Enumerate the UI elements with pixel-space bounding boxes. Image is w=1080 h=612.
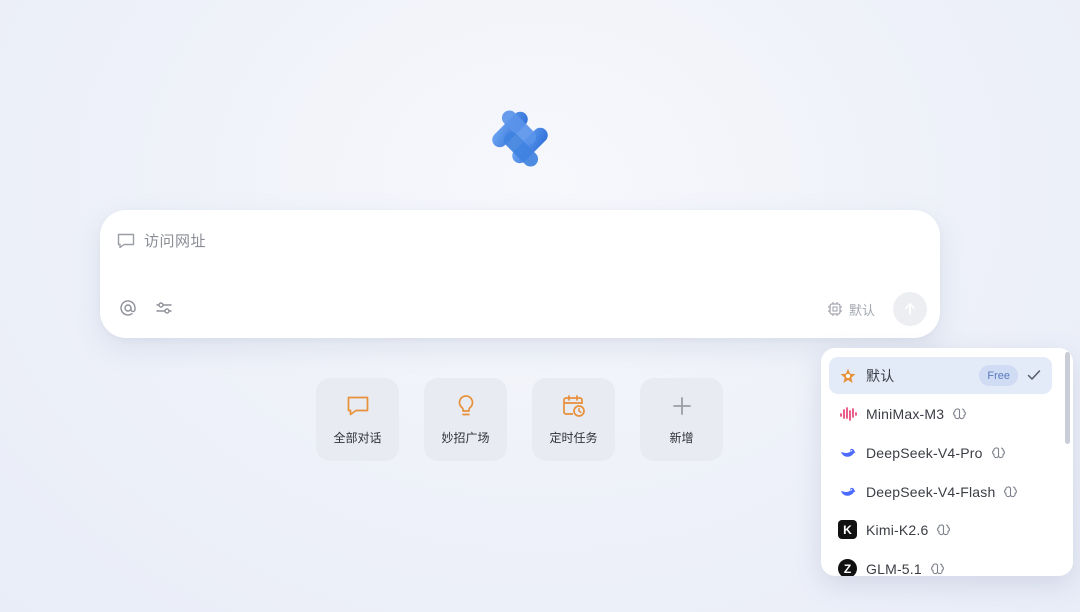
minimax-icon bbox=[838, 404, 857, 423]
model-option-label: Kimi-K2.6 bbox=[866, 521, 929, 538]
quick-action-label: 新增 bbox=[669, 431, 694, 445]
model-option-deepseek-flash[interactable]: DeepSeek-V4-Flash bbox=[829, 473, 1052, 510]
brain-icon bbox=[930, 561, 945, 576]
deepseek-icon bbox=[838, 443, 857, 462]
quick-action-label: 全部对话 bbox=[333, 431, 382, 445]
model-option-label: DeepSeek-V4-Pro bbox=[866, 444, 983, 461]
free-badge: Free bbox=[979, 365, 1018, 386]
settings-sliders-icon[interactable] bbox=[154, 298, 174, 318]
model-selector-label: 默认 bbox=[848, 302, 875, 318]
quick-action-add[interactable]: 新增 bbox=[640, 378, 723, 461]
kimi-icon: K bbox=[838, 520, 857, 539]
model-option-label: DeepSeek-V4-Flash bbox=[866, 483, 996, 500]
mention-icon[interactable] bbox=[118, 298, 138, 318]
model-option-minimax[interactable]: MiniMax-M3 bbox=[829, 395, 1052, 432]
model-option-label: MiniMax-M3 bbox=[866, 405, 945, 422]
brain-icon bbox=[952, 406, 967, 421]
arrow-up-icon bbox=[903, 302, 917, 316]
input-toolbar bbox=[118, 298, 174, 318]
model-option-default[interactable]: 默认 Free bbox=[829, 357, 1052, 394]
deepseek-icon bbox=[838, 482, 857, 501]
chat-input-box[interactable]: 访问网址 默认 bbox=[100, 210, 940, 338]
check-icon bbox=[1025, 366, 1043, 384]
default-star-icon bbox=[838, 366, 857, 385]
kimi-logo-letter: K bbox=[838, 520, 857, 539]
message-icon bbox=[116, 231, 136, 251]
chip-icon bbox=[826, 300, 844, 318]
model-dropdown: 默认 Free MiniMax-M3 DeepSeek-V4-Pro DeepS… bbox=[821, 348, 1073, 576]
model-option-glm[interactable]: Z GLM-5.1 bbox=[829, 550, 1052, 576]
input-placeholder: 访问网址 bbox=[144, 233, 207, 250]
model-option-label: GLM-5.1 bbox=[866, 560, 922, 577]
quick-action-all-chats[interactable]: 全部对话 bbox=[316, 378, 399, 461]
input-placeholder-row[interactable]: 访问网址 bbox=[116, 230, 206, 251]
model-option-kimi[interactable]: K Kimi-K2.6 bbox=[829, 511, 1052, 548]
model-selector[interactable]: 默认 bbox=[826, 300, 875, 319]
model-option-deepseek-pro[interactable]: DeepSeek-V4-Pro bbox=[829, 434, 1052, 471]
lightbulb-icon bbox=[453, 393, 479, 419]
chat-bubble-icon bbox=[345, 393, 371, 419]
model-option-label: 默认 bbox=[866, 367, 895, 384]
input-right-tools: 默认 bbox=[826, 292, 927, 326]
send-button[interactable] bbox=[893, 292, 927, 326]
glm-icon: Z bbox=[838, 559, 857, 576]
plus-icon bbox=[669, 393, 695, 419]
calendar-clock-icon bbox=[561, 393, 587, 419]
dropdown-scrollbar[interactable] bbox=[1065, 352, 1070, 444]
quick-actions: 全部对话 妙招广场 定时任务 新增 bbox=[316, 378, 723, 461]
app-logo bbox=[480, 100, 560, 176]
quick-action-label: 妙招广场 bbox=[441, 431, 490, 445]
glm-logo-letter: Z bbox=[838, 559, 857, 576]
brain-icon bbox=[991, 445, 1006, 460]
quick-action-scheduled-tasks[interactable]: 定时任务 bbox=[532, 378, 615, 461]
brain-icon bbox=[1003, 484, 1018, 499]
brain-icon bbox=[936, 522, 951, 537]
quick-action-label: 定时任务 bbox=[549, 431, 598, 445]
quick-action-tips-plaza[interactable]: 妙招广场 bbox=[424, 378, 507, 461]
